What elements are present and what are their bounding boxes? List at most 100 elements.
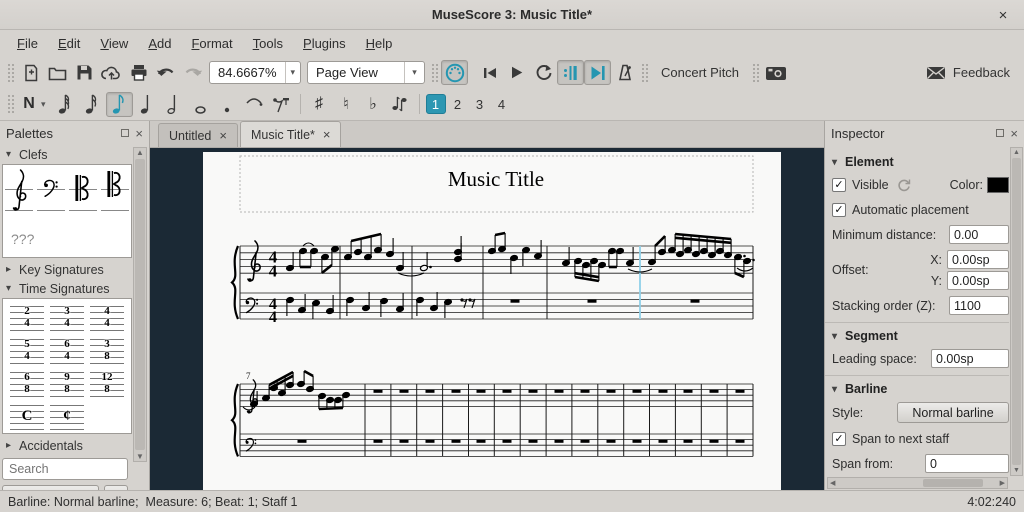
score-tab[interactable]: Music Title*×: [240, 121, 342, 147]
save-button[interactable]: [71, 60, 98, 85]
span-from-input[interactable]: [925, 454, 1009, 473]
palette-section-accidentals[interactable]: ▸ Accidentals: [0, 436, 132, 455]
scroll-right-icon[interactable]: ▶: [1000, 479, 1005, 487]
toolbar-grip[interactable]: [7, 94, 14, 114]
menu-file[interactable]: File: [8, 33, 47, 54]
element-section-header[interactable]: ▾ Element: [832, 155, 1009, 169]
concert-pitch-button[interactable]: Concert Pitch: [651, 65, 749, 80]
treble-clef-item[interactable]: [5, 169, 33, 217]
inspector-hscrollbar[interactable]: ◀ ▶: [827, 477, 1008, 489]
stacking-order-input[interactable]: [949, 296, 1009, 315]
note-half-button[interactable]: [160, 92, 187, 117]
tenor-clef-item[interactable]: [101, 169, 129, 217]
offset-x-input[interactable]: [947, 250, 1009, 269]
scroll-down-icon[interactable]: ▼: [136, 452, 144, 461]
scroll-thumb[interactable]: [1012, 158, 1021, 465]
span-next-staff-checkbox[interactable]: ✓: [832, 432, 846, 446]
natural-button[interactable]: ♮: [333, 92, 360, 117]
clefs-placeholder-item[interactable]: ???: [11, 231, 129, 247]
print-button[interactable]: [125, 60, 152, 85]
tab-close-icon[interactable]: ×: [219, 128, 227, 143]
note-16th-button[interactable]: [79, 92, 106, 117]
augmentation-dot-button[interactable]: [214, 92, 241, 117]
note-input-caret[interactable]: ▾: [41, 99, 46, 110]
note-whole-button[interactable]: [187, 92, 214, 117]
window-close-icon[interactable]: ×: [992, 4, 1014, 26]
visible-checkbox[interactable]: ✓: [832, 178, 846, 192]
menu-format[interactable]: Format: [182, 33, 241, 54]
midi-input-toggle[interactable]: [441, 60, 468, 85]
toolbar-grip[interactable]: [7, 63, 14, 83]
timesig-12-8-item[interactable]: 128: [90, 371, 124, 397]
palette-search-input[interactable]: [2, 458, 128, 480]
timesig-common-item[interactable]: C: [10, 404, 44, 430]
palettes-scrollbar[interactable]: ▲ ▼: [133, 147, 147, 462]
voice-1-button[interactable]: 1: [426, 94, 446, 114]
reset-icon[interactable]: [897, 178, 911, 192]
note-8th-button[interactable]: [106, 92, 133, 117]
scroll-thumb[interactable]: [923, 479, 983, 487]
inspector-scrollbar[interactable]: ▲ ▼: [1010, 147, 1023, 476]
scroll-up-icon[interactable]: ▲: [1013, 149, 1020, 156]
new-score-button[interactable]: [17, 60, 44, 85]
menu-plugins[interactable]: Plugins: [294, 33, 355, 54]
toolbar-grip[interactable]: [752, 63, 759, 83]
barline-section-header[interactable]: ▾ Barline: [832, 382, 1009, 396]
segment-section-header[interactable]: ▾ Segment: [832, 329, 1009, 343]
play-button[interactable]: [503, 60, 530, 85]
zoom-combo[interactable]: 84.6667% ▾: [209, 61, 301, 84]
pan-playback-toggle[interactable]: [584, 60, 611, 85]
palette-section-clefs[interactable]: ▾ Clefs: [0, 145, 132, 164]
scroll-thumb[interactable]: [135, 159, 145, 450]
voice-2-button[interactable]: 2: [448, 94, 468, 114]
barline-style-dropdown[interactable]: Normal barline: [897, 402, 1009, 423]
metronome-button[interactable]: [611, 60, 638, 85]
view-mode-combo[interactable]: Page View ▾: [307, 61, 425, 84]
chevron-down-icon[interactable]: ▾: [285, 62, 300, 83]
redo-button[interactable]: [179, 60, 206, 85]
min-distance-input[interactable]: [949, 225, 1009, 244]
toolbar-grip[interactable]: [641, 63, 648, 83]
timesig-2-4-item[interactable]: 24: [10, 305, 44, 331]
timesig-4-4-item[interactable]: 44: [90, 305, 124, 331]
note-32nd-button[interactable]: [52, 92, 79, 117]
undock-panel-icon[interactable]: [996, 129, 1004, 137]
palette-section-key-signatures[interactable]: ▸ Key Signatures: [0, 260, 132, 279]
play-repeats-toggle[interactable]: [557, 60, 584, 85]
timesig-5-4-item[interactable]: 54: [10, 338, 44, 364]
palette-section-time-signatures[interactable]: ▾ Time Signatures: [0, 279, 132, 298]
menu-edit[interactable]: Edit: [49, 33, 89, 54]
menu-view[interactable]: View: [91, 33, 137, 54]
undock-panel-icon[interactable]: [121, 129, 129, 137]
menu-add[interactable]: Add: [139, 33, 180, 54]
note-quarter-button[interactable]: [133, 92, 160, 117]
auto-placement-checkbox[interactable]: ✓: [832, 203, 846, 217]
flip-direction-button[interactable]: [387, 92, 414, 117]
voice-4-button[interactable]: 4: [492, 94, 512, 114]
chevron-down-icon[interactable]: ▾: [404, 62, 424, 83]
save-online-button[interactable]: [98, 60, 125, 85]
alto-clef-item[interactable]: [69, 169, 97, 217]
toolbar-grip[interactable]: [431, 63, 438, 83]
score-page[interactable]: Music Title44447: [150, 148, 824, 490]
tab-close-icon[interactable]: ×: [323, 127, 331, 142]
sharp-button[interactable]: ♯: [306, 92, 333, 117]
undo-button[interactable]: [152, 60, 179, 85]
feedback-label[interactable]: Feedback: [951, 65, 1020, 80]
note-input-button[interactable]: N: [17, 92, 41, 117]
scroll-up-icon[interactable]: ▲: [136, 148, 144, 157]
menu-help[interactable]: Help: [357, 33, 402, 54]
rest-button[interactable]: [268, 92, 295, 117]
leading-space-input[interactable]: [931, 349, 1009, 368]
rewind-button[interactable]: [476, 60, 503, 85]
close-panel-icon[interactable]: ×: [135, 127, 143, 140]
timesig-3-8-item[interactable]: 38: [90, 338, 124, 364]
scroll-left-icon[interactable]: ◀: [830, 479, 835, 487]
image-capture-button[interactable]: [762, 60, 789, 85]
menu-tools[interactable]: Tools: [244, 33, 292, 54]
bass-clef-item[interactable]: [37, 169, 65, 217]
loop-playback-button[interactable]: [530, 60, 557, 85]
score-tab[interactable]: Untitled×: [158, 123, 238, 147]
flat-button[interactable]: ♭: [360, 92, 387, 117]
timesig-9-8-item[interactable]: 98: [50, 371, 84, 397]
